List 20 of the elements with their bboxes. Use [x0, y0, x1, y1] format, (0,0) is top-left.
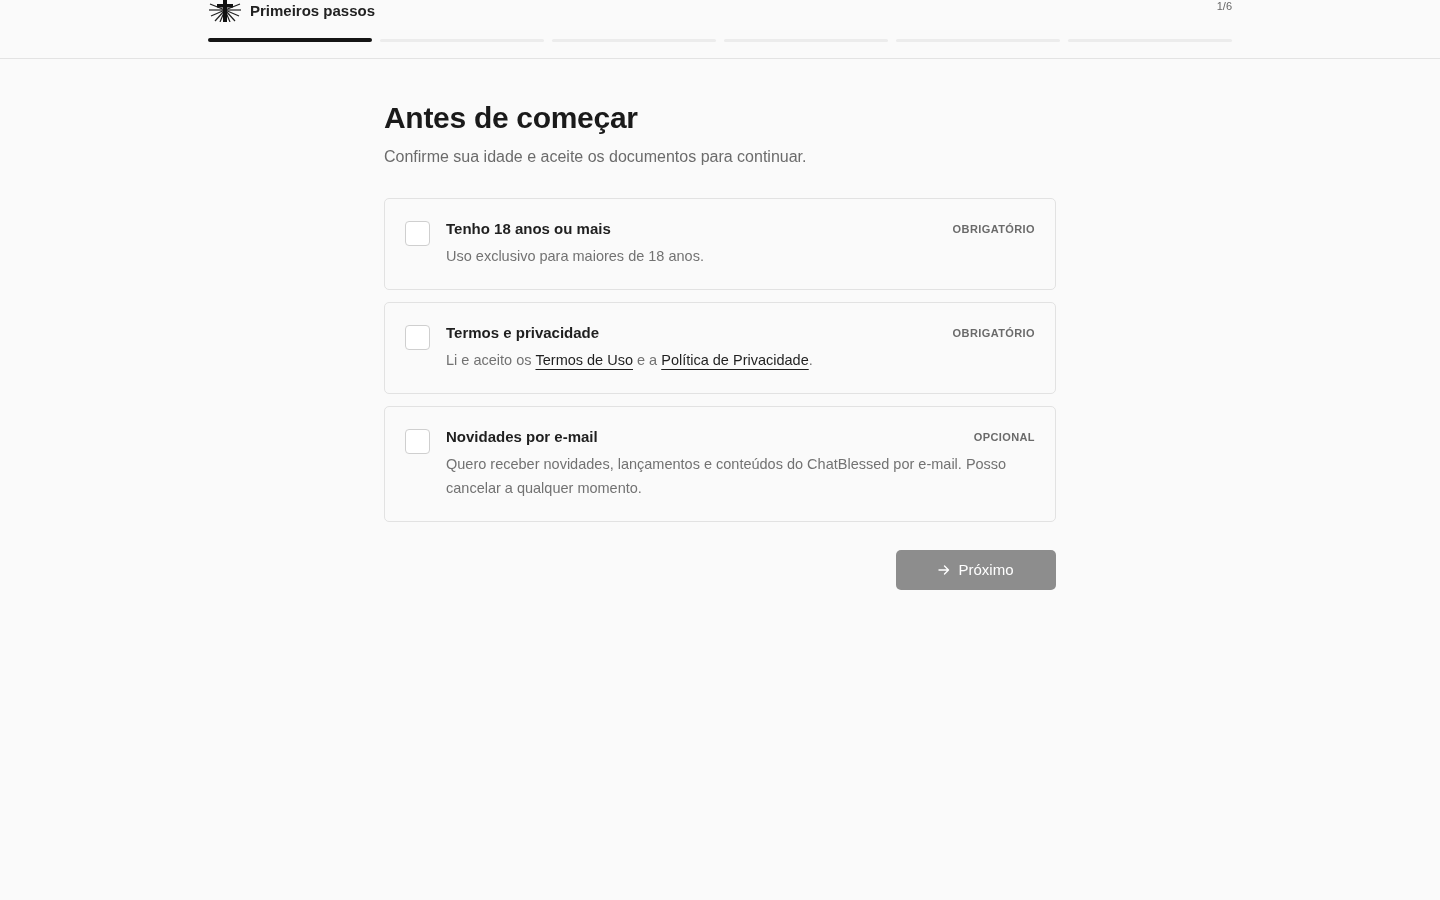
- checkbox[interactable]: [405, 325, 430, 350]
- requirement-label: OBRIGATÓRIO: [952, 326, 1035, 341]
- document-link[interactable]: Política de Privacidade: [661, 352, 809, 368]
- option-description: Li e aceito os Termos de Uso e a Política de Privacidade.: [446, 351, 814, 370]
- checkbox[interactable]: [405, 429, 430, 454]
- checkbox[interactable]: [405, 221, 430, 246]
- requirement-label: OBRIGATÓRIO: [952, 222, 1035, 237]
- page-title: Primeiros passos: [250, 1, 376, 21]
- option-description: Quero receber novidades, lançamentos e conteúdos do ChatBlessed por e-mail. Posso cancelar a qualquer momento.: [446, 455, 1008, 498]
- arrow-right-icon: [938, 564, 951, 576]
- cross-sunburst-logo-icon: [208, 0, 242, 22]
- option-title: Novidades por e-mail: [446, 427, 598, 447]
- option-description: Uso exclusivo para maiores de 18 anos.: [446, 247, 705, 266]
- document-link[interactable]: Termos de Uso: [535, 352, 633, 368]
- heading: Antes de começar: [384, 100, 639, 136]
- option-title: Tenho 18 anos ou mais: [446, 219, 611, 239]
- option-title: Termos e privacidade: [446, 323, 600, 343]
- subheading: Confirme sua idade e aceite os documentos para continuar.: [384, 147, 808, 167]
- requirement-label: OPCIONAL: [973, 430, 1035, 445]
- step-counter: 1/6: [1216, 0, 1232, 12]
